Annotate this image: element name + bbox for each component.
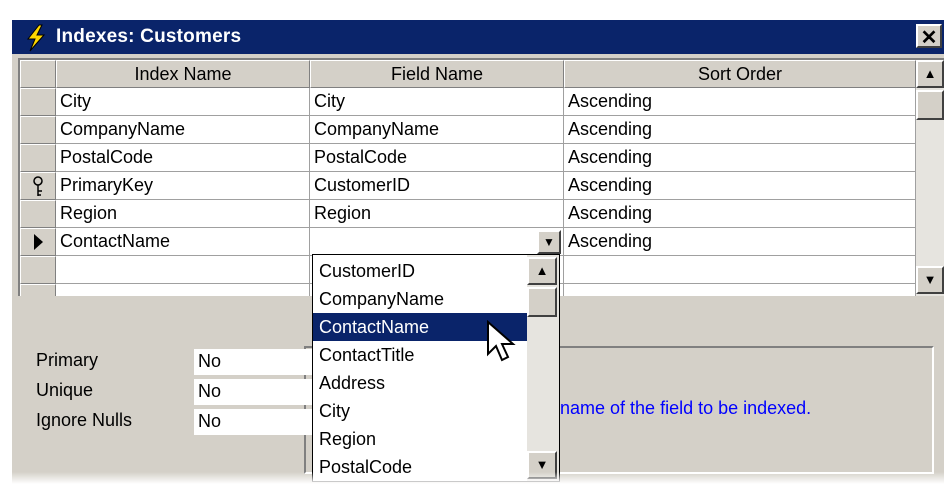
chevron-down-icon: ▼ [543,235,555,249]
sort-order-cell[interactable]: Ascending [564,200,916,228]
sort-order-cell[interactable]: Ascending [564,144,916,172]
sort-order-cell[interactable]: Ascending [564,116,916,144]
table-row[interactable]: Region Region Ascending [20,200,916,228]
index-name-cell[interactable] [56,284,310,296]
close-button[interactable]: ✕ [916,24,942,49]
list-item[interactable]: City [313,397,529,425]
combo-dropdown-button[interactable]: ▼ [537,230,561,254]
primary-label: Primary [36,350,98,370]
dropdown-scrollbar[interactable]: ▲ ▼ [527,255,559,481]
row-selector[interactable] [20,172,56,200]
primary-field[interactable]: No [194,349,324,375]
index-name-cell[interactable]: Region [56,200,310,228]
header-corner[interactable] [20,60,56,88]
field-name-cell[interactable]: City [310,88,564,116]
index-name-cell[interactable]: PostalCode [56,144,310,172]
row-selector[interactable] [20,284,56,296]
scroll-up-button[interactable]: ▲ [916,60,944,88]
ignore-nulls-label: Ignore Nulls [36,410,133,430]
row-selector[interactable] [20,228,56,256]
ignore-nulls-field[interactable]: No [194,409,324,435]
row-selector[interactable] [20,88,56,116]
column-header-sort-order[interactable]: Sort Order [564,60,916,88]
grid-vertical-scrollbar[interactable]: ▲ ▼ [916,60,944,296]
row-selector[interactable] [20,144,56,172]
field-name-cell[interactable]: CompanyName [310,116,564,144]
chevron-down-icon: ▼ [535,457,549,472]
mouse-pointer-icon [487,320,516,362]
row-selector[interactable] [20,116,56,144]
sort-order-cell[interactable]: Ascending [564,88,916,116]
column-header-index-name[interactable]: Index Name [56,60,310,88]
table-row[interactable]: CompanyName CompanyName Ascending [20,116,916,144]
table-row-current[interactable]: ContactName ▼ Ascending [20,228,916,256]
field-name-cell[interactable]: CustomerID [310,172,564,200]
grid-header: Index Name Field Name Sort Order [20,60,916,88]
list-item[interactable]: CompanyName [313,285,529,313]
list-item[interactable]: Region [313,425,529,453]
sort-order-cell[interactable] [564,284,916,296]
scroll-thumb[interactable] [916,90,944,120]
index-name-cell[interactable]: PrimaryKey [56,172,310,200]
close-icon: ✕ [920,27,938,49]
key-icon [33,176,43,196]
sort-order-cell[interactable]: Ascending [564,228,916,256]
scroll-up-button[interactable]: ▲ [527,257,557,285]
field-name-dropdown-list[interactable]: CustomerID CompanyName ContactName Conta… [312,254,560,482]
scroll-thumb[interactable] [527,287,557,317]
unique-label: Unique [36,380,94,400]
lightning-icon [26,24,46,52]
index-name-cell[interactable]: City [56,88,310,116]
list-item[interactable]: CustomerID [313,257,529,285]
index-name-cell[interactable]: CompanyName [56,116,310,144]
title-bar[interactable]: Indexes: Customers ✕ [12,20,944,54]
index-name-cell[interactable]: ContactName [56,228,310,256]
table-row[interactable]: City City Ascending [20,88,916,116]
chevron-down-icon: ▼ [923,272,937,287]
window-title: Indexes: Customers [56,26,242,47]
scroll-down-button[interactable]: ▼ [916,266,944,294]
table-row[interactable]: PrimaryKey CustomerID Ascending [20,172,916,200]
field-name-combo[interactable]: ▼ [310,228,564,256]
bottom-fade [0,472,944,484]
row-selector[interactable] [20,256,56,284]
current-row-arrow-icon [34,234,43,250]
field-name-cell[interactable]: Region [310,200,564,228]
index-name-cell[interactable] [56,256,310,284]
chevron-up-icon: ▲ [923,66,937,81]
unique-field[interactable]: No [194,379,324,405]
sort-order-cell[interactable] [564,256,916,284]
help-text: name of the field to be indexed. [560,398,812,418]
row-selector[interactable] [20,200,56,228]
field-name-cell[interactable]: PostalCode [310,144,564,172]
column-header-field-name[interactable]: Field Name [310,60,564,88]
list-item[interactable]: Address [313,369,529,397]
table-row[interactable]: PostalCode PostalCode Ascending [20,144,916,172]
sort-order-cell[interactable]: Ascending [564,172,916,200]
chevron-up-icon: ▲ [535,263,549,278]
